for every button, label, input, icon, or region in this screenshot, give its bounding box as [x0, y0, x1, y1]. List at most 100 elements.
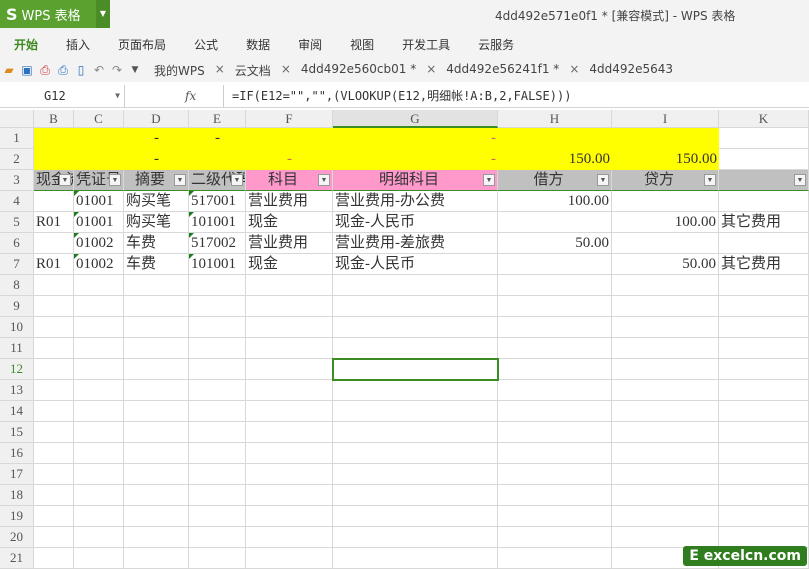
row-header[interactable]: 10: [0, 317, 34, 338]
cell[interactable]: [74, 338, 124, 359]
row-header[interactable]: 11: [0, 338, 34, 359]
cell[interactable]: [333, 296, 498, 317]
cell[interactable]: [189, 548, 246, 569]
cell[interactable]: [74, 401, 124, 422]
cell[interactable]: [74, 128, 124, 149]
cell[interactable]: [719, 338, 809, 359]
cell[interactable]: [719, 191, 809, 212]
row-header[interactable]: 5: [0, 212, 34, 233]
ribbon-tab-2[interactable]: 页面布局: [104, 36, 180, 53]
cell[interactable]: 营业费用-差旅费: [333, 233, 498, 254]
cell[interactable]: 贷方 ▼: [612, 170, 719, 191]
cell[interactable]: [612, 401, 719, 422]
cell[interactable]: [719, 443, 809, 464]
cell[interactable]: [74, 149, 124, 170]
cell[interactable]: 01001: [74, 212, 124, 233]
formula-input[interactable]: =IF(E12="","",(VLOOKUP(E12,明细帐!A:B,2,FAL…: [223, 84, 809, 107]
cell[interactable]: [333, 443, 498, 464]
row-header[interactable]: 9: [0, 296, 34, 317]
cell[interactable]: [124, 296, 189, 317]
cell[interactable]: ▼: [719, 170, 809, 191]
row-header[interactable]: 18: [0, 485, 34, 506]
cell[interactable]: [333, 380, 498, 401]
cell[interactable]: [124, 338, 189, 359]
cell[interactable]: [74, 359, 124, 380]
row-header[interactable]: 3: [0, 170, 34, 191]
cell[interactable]: 101001: [189, 212, 246, 233]
cell[interactable]: 01002: [74, 233, 124, 254]
column-header-F[interactable]: F: [246, 110, 333, 128]
cell[interactable]: [333, 464, 498, 485]
column-header-E[interactable]: E: [189, 110, 246, 128]
row-header[interactable]: 17: [0, 464, 34, 485]
ribbon-tab-8[interactable]: 云服务: [464, 36, 528, 53]
close-tab-icon[interactable]: ×: [426, 62, 436, 79]
cell[interactable]: [719, 296, 809, 317]
cell[interactable]: [498, 506, 612, 527]
cell[interactable]: [246, 317, 333, 338]
cell[interactable]: [189, 359, 246, 380]
cell[interactable]: [124, 527, 189, 548]
cell[interactable]: [124, 401, 189, 422]
cell[interactable]: [498, 128, 612, 149]
cell[interactable]: -: [189, 128, 246, 149]
cell[interactable]: 50.00: [612, 254, 719, 275]
cell[interactable]: [189, 506, 246, 527]
cell[interactable]: [189, 317, 246, 338]
cell[interactable]: [246, 527, 333, 548]
row-header[interactable]: 12: [0, 359, 34, 380]
customize-dropdown-icon[interactable]: ▼: [126, 65, 144, 75]
cell[interactable]: 明细科目 ▼: [333, 170, 498, 191]
cell[interactable]: 凭证号 ▼: [74, 170, 124, 191]
column-header-D[interactable]: D: [124, 110, 189, 128]
cell[interactable]: [34, 275, 74, 296]
cell[interactable]: 150.00: [498, 149, 612, 170]
export-pdf-icon[interactable]: ⎙: [36, 63, 54, 78]
save-icon[interactable]: ▣: [18, 63, 36, 77]
cell[interactable]: [34, 233, 74, 254]
cell[interactable]: [74, 506, 124, 527]
cell[interactable]: [124, 422, 189, 443]
cell[interactable]: [189, 443, 246, 464]
cell[interactable]: [34, 191, 74, 212]
cell[interactable]: [34, 401, 74, 422]
cell[interactable]: [612, 464, 719, 485]
cell[interactable]: [333, 548, 498, 569]
cell[interactable]: [124, 359, 189, 380]
cell[interactable]: [612, 506, 719, 527]
cell[interactable]: [124, 506, 189, 527]
cell[interactable]: 车费: [124, 254, 189, 275]
cell[interactable]: R01: [34, 212, 74, 233]
row-header[interactable]: 7: [0, 254, 34, 275]
cell[interactable]: 517002: [189, 233, 246, 254]
cell[interactable]: [719, 464, 809, 485]
cell[interactable]: 购买笔: [124, 212, 189, 233]
wps-menu-button[interactable]: S WPS 表格 ▼: [0, 0, 110, 28]
cell[interactable]: 01001: [74, 191, 124, 212]
cell[interactable]: [246, 548, 333, 569]
cell[interactable]: [719, 128, 809, 149]
cell[interactable]: 其它费用: [719, 212, 809, 233]
cell[interactable]: [189, 527, 246, 548]
cell[interactable]: [612, 338, 719, 359]
cell[interactable]: 现金-人民币: [333, 254, 498, 275]
column-header-B[interactable]: B: [34, 110, 74, 128]
cell[interactable]: [34, 443, 74, 464]
cell[interactable]: [612, 359, 719, 380]
column-header-K[interactable]: K: [719, 110, 809, 128]
cell[interactable]: 100.00: [612, 212, 719, 233]
cell[interactable]: [612, 527, 719, 548]
cell[interactable]: [498, 443, 612, 464]
filter-dropdown-icon[interactable]: ▼: [483, 174, 495, 186]
cell[interactable]: [333, 506, 498, 527]
cell[interactable]: [246, 296, 333, 317]
doc-tab[interactable]: 云文档: [235, 62, 271, 79]
cell[interactable]: [498, 296, 612, 317]
row-header[interactable]: 21: [0, 548, 34, 569]
cell[interactable]: 现金-人民币: [333, 212, 498, 233]
row-header[interactable]: 4: [0, 191, 34, 212]
cell[interactable]: [719, 527, 809, 548]
cell[interactable]: [189, 464, 246, 485]
ribbon-tab-3[interactable]: 公式: [180, 36, 232, 53]
cell[interactable]: 借方 ▼: [498, 170, 612, 191]
